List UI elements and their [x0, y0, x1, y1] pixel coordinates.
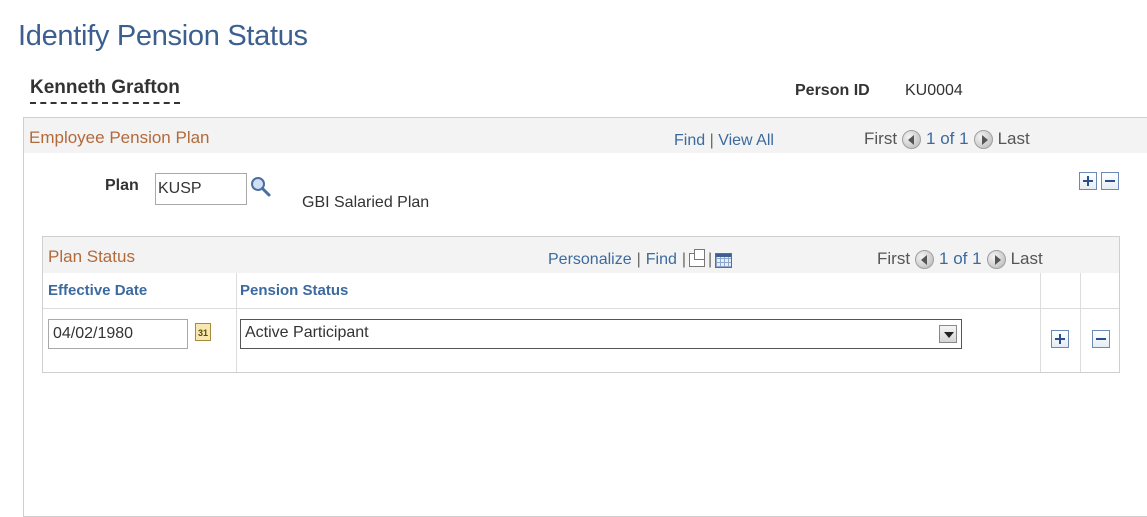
add-plan-row-button[interactable]: [1079, 172, 1097, 190]
grid-title: Plan Status: [48, 247, 135, 266]
plan-status-grid: Plan Status Personalize | Find | | First…: [42, 236, 1120, 373]
pension-status-column-header[interactable]: Pension Status: [240, 282, 348, 299]
row-count: 1 of 1: [926, 129, 969, 148]
section-nav-links: Find | View All: [674, 132, 774, 150]
row-navigator: First 1 of 1 Last: [864, 129, 1030, 149]
grid-find-link[interactable]: Find: [646, 251, 677, 269]
nav-separator: |: [636, 251, 641, 268]
plan-description: GBI Salaried Plan: [302, 194, 430, 211]
new-window-icon[interactable]: [689, 249, 706, 267]
add-status-row-button[interactable]: [1051, 330, 1069, 348]
personalize-link[interactable]: Personalize: [548, 251, 632, 269]
column-header-row: Effective Date Pension Status: [43, 273, 1119, 309]
previous-arrow-icon[interactable]: [902, 129, 922, 149]
calendar-icon[interactable]: 31: [195, 323, 211, 341]
magnifier-icon[interactable]: [249, 175, 273, 199]
column-divider: [236, 273, 237, 372]
nav-separator: |: [681, 251, 687, 268]
grid-header: Plan Status Personalize | Find | | First…: [43, 237, 1119, 273]
row-count: 1 of 1: [939, 249, 982, 268]
employee-pension-plan-section: Employee Pension Plan Find | View All Fi…: [23, 117, 1147, 517]
effective-date-input[interactable]: [48, 319, 188, 349]
nav-separator: |: [708, 251, 713, 268]
delete-status-row-button[interactable]: [1092, 330, 1110, 348]
next-arrow-icon[interactable]: [986, 249, 1006, 269]
section-header: Employee Pension Plan Find | View All Fi…: [24, 118, 1147, 153]
dropdown-arrow-icon[interactable]: [939, 325, 957, 343]
column-divider: [1080, 273, 1081, 372]
plan-input[interactable]: [155, 173, 247, 205]
delete-plan-row-button[interactable]: [1101, 172, 1119, 190]
person-id-value: KU0004: [905, 82, 963, 99]
pension-status-select[interactable]: Active Participant: [240, 319, 962, 349]
last-link[interactable]: Last: [1011, 249, 1043, 269]
nav-separator: |: [709, 132, 714, 149]
last-link[interactable]: Last: [998, 129, 1030, 149]
first-link[interactable]: First: [877, 249, 910, 269]
pension-status-value: Active Participant: [245, 324, 369, 341]
first-link[interactable]: First: [864, 129, 897, 149]
next-arrow-icon[interactable]: [973, 129, 993, 149]
view-all-link[interactable]: View All: [718, 132, 774, 149]
section-title: Employee Pension Plan: [29, 128, 210, 147]
effective-date-column-header[interactable]: Effective Date: [48, 282, 147, 299]
plan-label: Plan: [105, 177, 139, 194]
employee-name: Kenneth Grafton: [30, 77, 180, 104]
page-title: Identify Pension Status: [18, 20, 308, 52]
find-link[interactable]: Find: [674, 132, 705, 149]
grid-row-navigator: First 1 of 1 Last: [877, 249, 1043, 269]
grid-nav-links: Personalize | Find | |: [548, 249, 735, 269]
previous-arrow-icon[interactable]: [915, 249, 935, 269]
download-grid-icon[interactable]: [715, 252, 733, 268]
column-divider: [1040, 273, 1041, 372]
person-id-label: Person ID: [795, 82, 870, 99]
